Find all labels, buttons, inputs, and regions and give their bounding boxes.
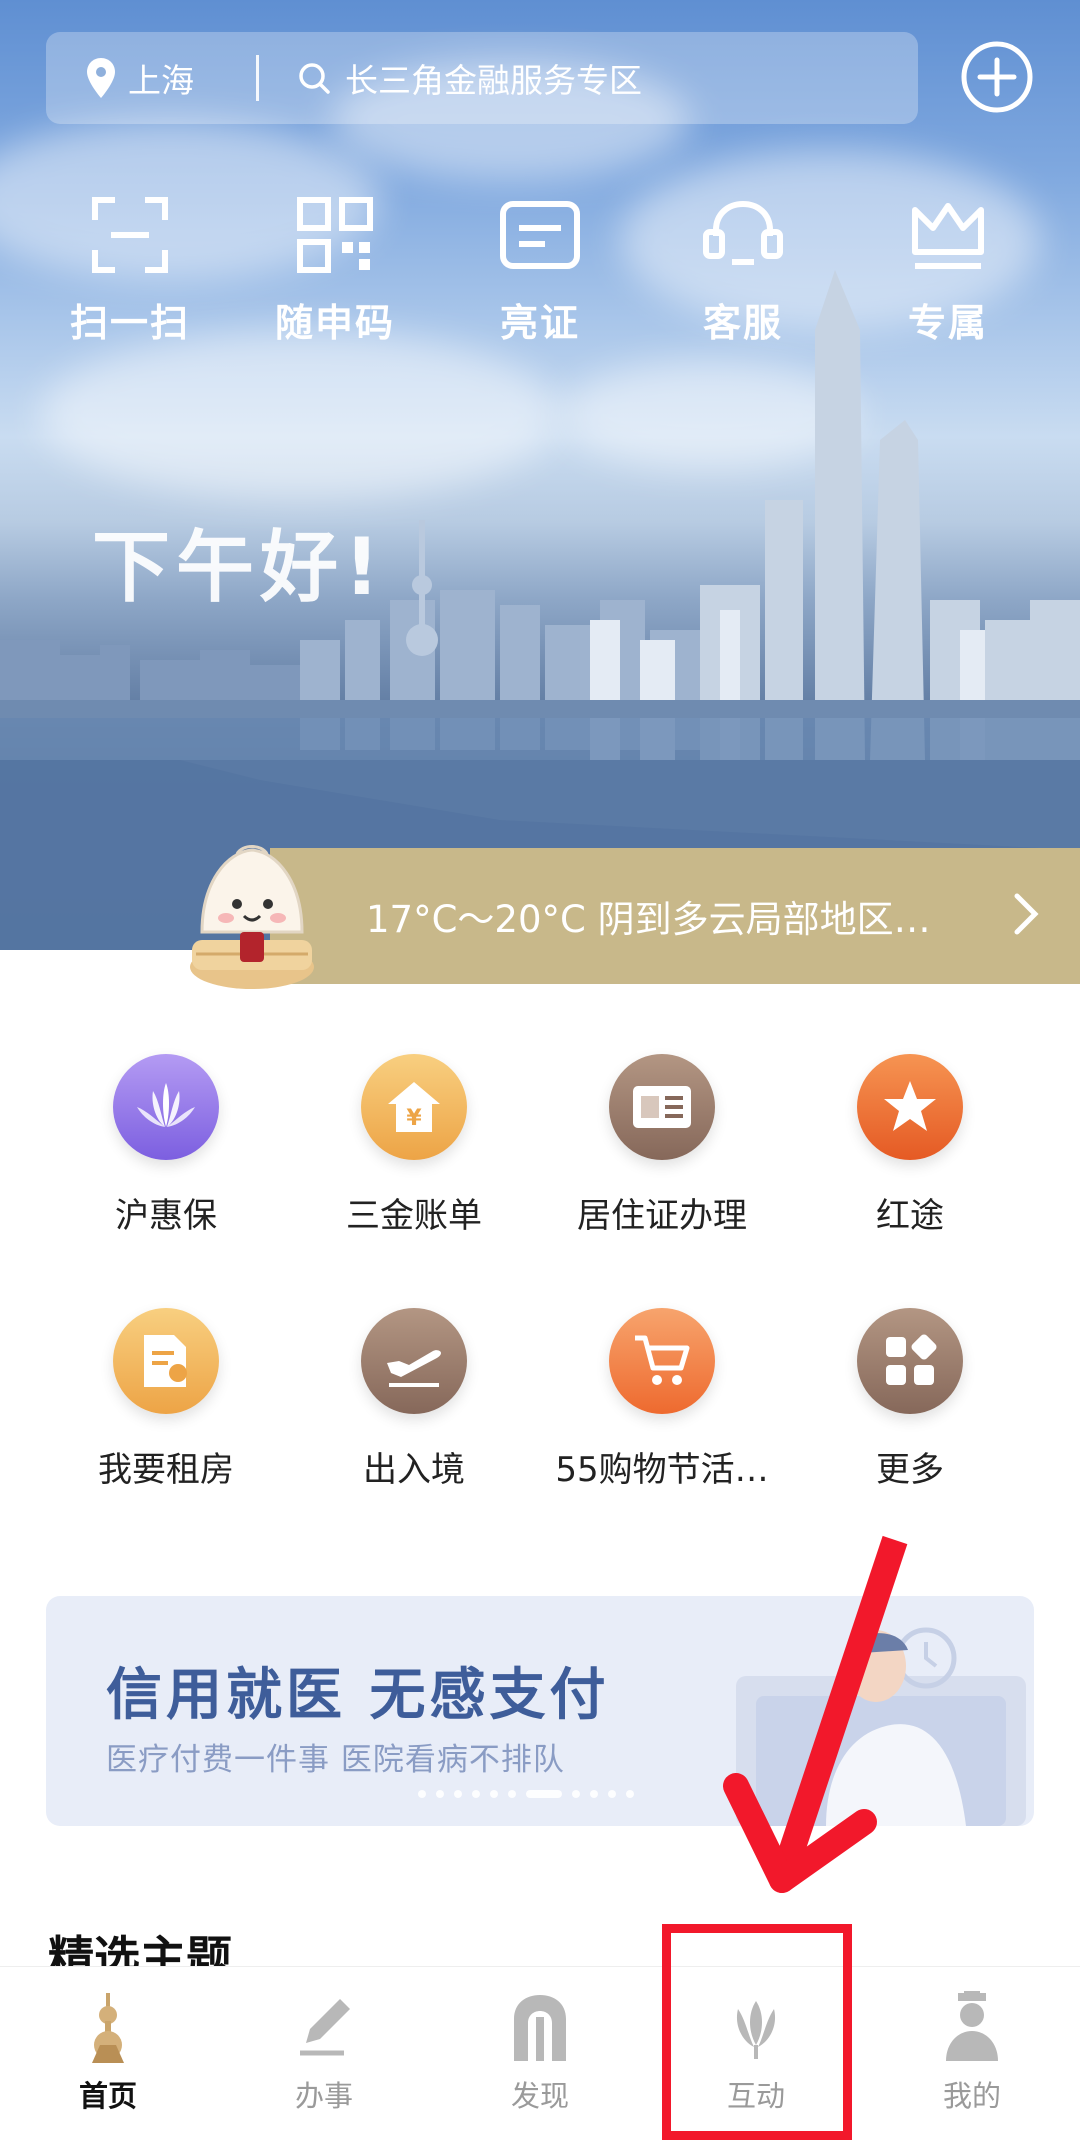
search-bar[interactable]: 上海 长三角金融服务专区 <box>46 32 918 124</box>
customer-service-icon <box>703 200 783 265</box>
chevron-right-icon <box>1014 893 1039 935</box>
quick-action-scan[interactable]: 扫一扫 <box>50 196 210 347</box>
tab-label: 首页 <box>78 2079 137 2113</box>
rental-doc-icon <box>113 1308 219 1414</box>
carousel-indicator <box>418 1790 634 1798</box>
quick-action-label: 亮证 <box>499 301 580 345</box>
location-selector[interactable]: 上海 <box>46 54 256 102</box>
bottom-navigation: 首页 办事 发现 互动 我的 <box>0 1966 1080 2154</box>
service-label: 居住证办理 <box>577 1196 747 1236</box>
weather-text: 17°C～20°C 阴到多云局部地区… <box>366 898 931 941</box>
location-pin-icon <box>87 58 115 98</box>
service-item-more[interactable]: 更多 <box>790 1308 1030 1491</box>
search-icon <box>299 63 330 94</box>
star-icon <box>857 1054 963 1160</box>
quick-action-label: 专属 <box>907 301 988 345</box>
scan-icon <box>92 197 168 273</box>
residence-card-icon <box>609 1054 715 1160</box>
quick-action-label: 扫一扫 <box>69 301 190 345</box>
service-label: 红途 <box>876 1196 944 1236</box>
home-tower-icon <box>92 1993 124 2063</box>
doctor-illustration-icon <box>736 1627 1026 1826</box>
tab-label: 办事 <box>294 2079 353 2113</box>
pen-icon <box>300 1999 350 2056</box>
house-yen-icon: ¥ <box>361 1054 467 1160</box>
cart-icon <box>609 1308 715 1414</box>
service-label: 我要租房 <box>98 1450 234 1490</box>
plane-icon <box>361 1308 467 1414</box>
add-button-plus-icon[interactable] <box>960 40 1034 114</box>
dumpling-mascot-icon <box>190 845 314 989</box>
search-divider <box>256 55 259 101</box>
tab-services[interactable]: 办事 <box>216 1991 432 2115</box>
quick-action-label: 随申码 <box>274 301 395 345</box>
service-item-shopping-festival[interactable]: 55购物节活… <box>542 1308 782 1491</box>
weather-bar[interactable]: 17°C～20°C 阴到多云局部地区… <box>270 848 1080 984</box>
lotus-icon <box>113 1054 219 1160</box>
annotation-highlight-box <box>662 1924 852 2140</box>
service-item-entry-exit[interactable]: 出入境 <box>294 1308 534 1491</box>
quick-action-show-id[interactable]: 亮证 <box>460 196 620 347</box>
service-item-hongtu[interactable]: 红途 <box>790 1054 1030 1237</box>
qr-code-icon <box>297 197 373 273</box>
svg-text:¥: ¥ <box>406 1106 422 1131</box>
promo-banner[interactable]: 信用就医 无感支付 医疗付费一件事 医院看病不排队 <box>46 1596 1034 1826</box>
tab-mine[interactable]: 我的 <box>864 1991 1080 2115</box>
search-input[interactable]: 长三角金融服务专区 <box>297 54 642 102</box>
grid-more-icon <box>857 1308 963 1414</box>
discover-gate-icon <box>514 1995 566 2061</box>
search-placeholder: 长三角金融服务专区 <box>345 61 642 100</box>
tab-discover[interactable]: 发现 <box>432 1991 648 2115</box>
service-item-rent-house[interactable]: 我要租房 <box>46 1308 286 1491</box>
banner-subtitle: 医疗付费一件事 医院看病不排队 <box>106 1742 565 1778</box>
quick-actions-row: 扫一扫 随申码 亮证 客服 专属 <box>0 196 1080 366</box>
service-item-sanjin-bill[interactable]: ¥ 三金账单 <box>294 1054 534 1237</box>
banner-title: 信用就医 无感支付 <box>106 1663 610 1728</box>
city-skyline-image <box>0 270 1080 950</box>
service-label: 三金账单 <box>346 1196 482 1236</box>
location-label: 上海 <box>128 61 194 100</box>
quick-action-customer-service[interactable]: 客服 <box>663 196 823 347</box>
tab-home[interactable]: 首页 <box>0 1991 216 2115</box>
person-icon <box>946 1991 998 2061</box>
service-label: 沪惠保 <box>115 1196 217 1236</box>
tab-label: 我的 <box>942 2079 1001 2113</box>
quick-action-exclusive[interactable]: 专属 <box>868 196 1028 347</box>
quick-action-label: 客服 <box>702 301 783 345</box>
quick-action-qr-code[interactable]: 随申码 <box>255 196 415 347</box>
service-item-huhuibao[interactable]: 沪惠保 <box>46 1054 286 1237</box>
service-item-residence-permit[interactable]: 居住证办理 <box>542 1054 782 1237</box>
service-label: 55购物节活… <box>555 1450 769 1490</box>
id-card-icon <box>500 201 580 269</box>
tab-label: 发现 <box>510 2079 569 2113</box>
service-label: 出入境 <box>363 1450 465 1490</box>
greeting-text: 下午好! <box>92 523 386 613</box>
service-label: 更多 <box>876 1450 944 1490</box>
hero-banner: 上海 长三角金融服务专区 扫一扫 随申码 亮证 客服 专属 下午好! <box>0 0 1080 950</box>
crown-icon <box>912 203 984 269</box>
